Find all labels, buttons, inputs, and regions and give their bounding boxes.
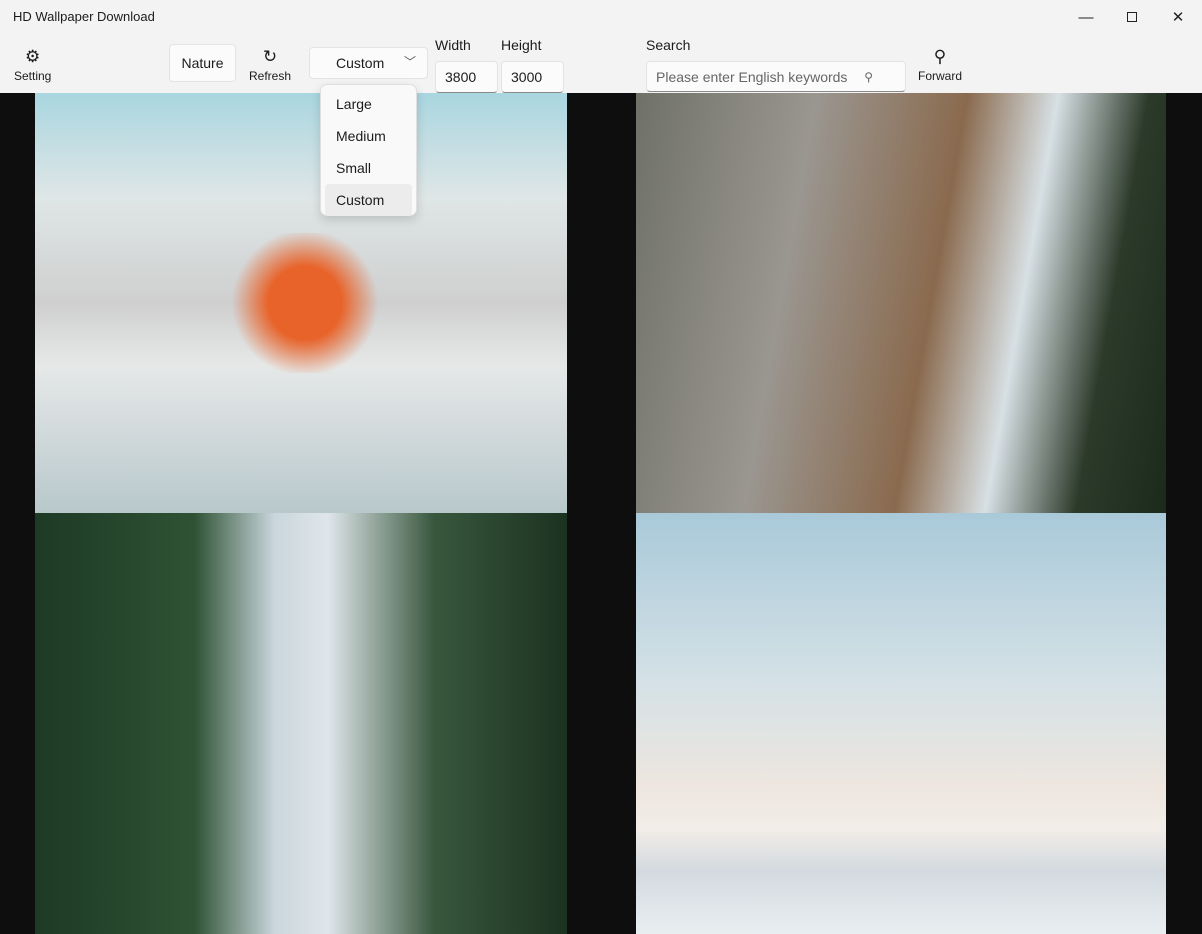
refresh-button[interactable]: ↻ Refresh (249, 47, 291, 83)
leaves (205, 233, 405, 373)
width-input[interactable]: 3800 (435, 61, 498, 93)
size-select[interactable]: Custom ﹀ (309, 47, 428, 79)
wallpaper-image-leaves[interactable] (35, 93, 567, 513)
forward-button[interactable]: ⚲ Forward (918, 47, 962, 83)
width-label: Width (435, 37, 471, 53)
toolbar: ⚙ Setting Nature ↻ Refresh Custom ﹀ Widt… (0, 34, 1202, 93)
size-dropdown-menu: Large Medium Small Custom (320, 84, 417, 216)
wallpaper-image-waterfall[interactable] (636, 93, 1166, 513)
close-button[interactable]: ✕ (1155, 0, 1201, 34)
refresh-label: Refresh (249, 69, 292, 83)
size-select-value: Custom (336, 55, 385, 71)
setting-button[interactable]: ⚙ Setting (14, 47, 51, 83)
search-label: Search (646, 37, 691, 53)
size-option-custom[interactable]: Custom (325, 184, 412, 216)
chevron-down-icon: ﹀ (403, 55, 416, 69)
forward-label: Forward (918, 69, 963, 83)
category-button[interactable]: Nature (169, 44, 236, 82)
size-option-medium[interactable]: Medium (325, 120, 412, 152)
minimize-button[interactable]: — (1063, 0, 1109, 34)
refresh-icon: ↻ (262, 47, 278, 66)
minimize-icon: — (1078, 8, 1094, 26)
wallpaper-gallery (0, 93, 1202, 934)
setting-label: Setting (14, 69, 52, 83)
size-option-large[interactable]: Large (325, 88, 412, 120)
wallpaper-image-forest-river[interactable] (35, 513, 567, 934)
height-label: Height (501, 37, 542, 53)
height-input[interactable]: 3000 (501, 61, 564, 93)
title-bar: HD Wallpaper Download — ✕ (0, 0, 1202, 34)
search-icon[interactable]: ⚲ (864, 70, 873, 84)
maximize-icon (1127, 12, 1137, 22)
wallpaper-image-clouds[interactable] (636, 513, 1166, 934)
search-input[interactable]: Please enter English keywords ⚲ (646, 61, 906, 92)
window-title: HD Wallpaper Download (13, 9, 155, 24)
search-icon: ⚲ (933, 47, 947, 66)
close-icon: ✕ (1171, 9, 1185, 26)
maximize-button[interactable] (1109, 0, 1155, 34)
gear-icon: ⚙ (25, 47, 41, 66)
size-option-small[interactable]: Small (325, 152, 412, 184)
search-placeholder: Please enter English keywords (656, 68, 848, 85)
